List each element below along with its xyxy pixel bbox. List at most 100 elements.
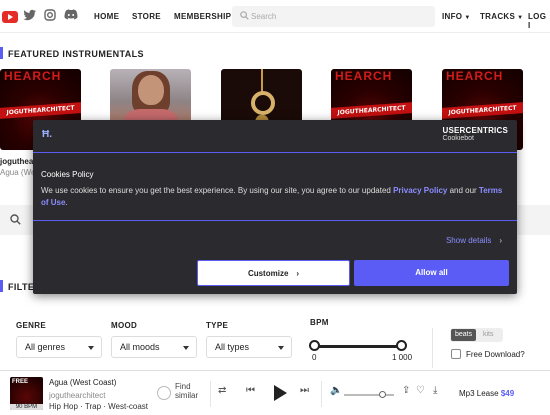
chevron-down-icon <box>183 346 189 350</box>
cover-art-label: JOGUTHEARCHITECT <box>0 102 81 119</box>
cover-art-label: JOGUTHEARCHITECT <box>331 102 412 119</box>
featured-title: FEATURED INSTRUMENTALS <box>8 49 144 59</box>
cover-art-label: JOGUTHEARCHITECT <box>442 102 523 119</box>
volume-handle[interactable] <box>379 391 386 398</box>
chevron-right-icon: › <box>499 236 502 245</box>
nav-home[interactable]: HOME <box>94 12 119 21</box>
brand-line-2: Cookiebot <box>442 135 474 143</box>
volume-slider[interactable] <box>344 394 394 396</box>
genre-value: All genres <box>25 342 66 352</box>
divider <box>432 328 433 368</box>
cookie-text-part: . <box>65 197 68 207</box>
youtube-icon[interactable] <box>2 11 18 23</box>
divider <box>321 381 322 407</box>
customize-label: Customize <box>247 269 289 278</box>
find-similar-icon <box>157 386 171 400</box>
bpm-max-handle[interactable] <box>396 340 407 351</box>
seg-kits[interactable]: kits <box>479 329 498 341</box>
section-accent <box>0 47 3 59</box>
cover-art-text: HEARCH <box>446 69 504 83</box>
find-similar-label: Find similar <box>175 382 199 401</box>
find-similar-button[interactable]: Find similar <box>157 382 207 408</box>
bpm-min-value: 0 <box>312 353 317 362</box>
nav-tracks[interactable]: TRACKS ▼ <box>480 12 523 21</box>
search-placeholder: Search <box>251 12 277 21</box>
cover-photo-face <box>138 75 164 105</box>
cover-chain <box>261 69 263 93</box>
search-icon <box>10 214 21 225</box>
type-label: TYPE <box>206 321 229 330</box>
mood-value: All moods <box>120 342 160 352</box>
nav-membership[interactable]: MEMBERSHIP <box>174 12 231 21</box>
play-button[interactable] <box>274 385 287 401</box>
cover-ring <box>251 91 275 115</box>
dialog-divider <box>33 152 517 153</box>
nav-info-label: INFO <box>442 12 463 21</box>
type-select[interactable]: All types <box>206 336 292 358</box>
chevron-down-icon: ▼ <box>464 15 471 21</box>
cover-art-text: HEARCH <box>4 69 62 83</box>
dialog-divider <box>33 220 517 221</box>
top-navigation: HOME STORE MEMBERSHIP Search INFO ▼ TRACK… <box>0 0 550 33</box>
lease-label: Mp3 Lease <box>459 389 499 398</box>
divider <box>210 381 211 407</box>
nav-login[interactable]: LOG I <box>528 12 550 30</box>
cookie-dialog: Ħ. USERCENTRICS Cookiebot Cookies Policy… <box>33 120 517 294</box>
instagram-icon[interactable] <box>44 9 56 21</box>
beats-kits-toggle: beats kits <box>450 328 503 342</box>
twitter-icon[interactable] <box>23 9 37 21</box>
brand-line-1: USERCENTRICS <box>442 126 508 135</box>
lease-price: $49 <box>500 389 515 398</box>
cookie-title: Cookies Policy <box>41 170 94 179</box>
track-title[interactable]: Agua (West Coast) <box>49 378 116 387</box>
search-input[interactable]: Search <box>232 6 435 27</box>
previous-icon[interactable]: ⏮ <box>246 385 255 396</box>
chevron-down-icon <box>278 346 284 350</box>
cover-art-text: HEARCH <box>335 69 393 83</box>
repeat-icon[interactable]: ⇄ <box>218 385 226 396</box>
free-download-checkbox[interactable] <box>451 349 461 359</box>
show-details-label: Show details <box>445 236 492 245</box>
nav-info[interactable]: INFO ▼ <box>442 12 471 21</box>
bpm-slider-track <box>314 345 402 348</box>
mood-label: MOOD <box>111 321 138 330</box>
allow-all-button[interactable]: Allow all <box>354 260 509 286</box>
heart-icon[interactable]: ♡ <box>416 385 425 396</box>
lease-button[interactable]: Mp3 Lease $49 <box>459 389 514 398</box>
chevron-down-icon: ▼ <box>517 15 524 21</box>
usercentrics-logo: USERCENTRICS Cookiebot <box>442 126 508 143</box>
cookie-text-part: We use cookies to ensure you get the bes… <box>41 186 394 195</box>
genre-select[interactable]: All genres <box>16 336 102 358</box>
bpm-max-value: 1 000 <box>392 353 413 362</box>
cookie-text: We use cookies to ensure you get the bes… <box>41 185 505 208</box>
discord-icon[interactable] <box>64 9 78 20</box>
player-cover[interactable]: FREE 90 BPM <box>10 377 43 410</box>
nav-tracks-label: TRACKS <box>480 12 516 21</box>
audio-player: FREE 90 BPM Agua (West Coast) joguthearc… <box>0 370 550 415</box>
tile-caption-title[interactable]: joguthear <box>0 157 36 166</box>
next-icon[interactable]: ⏭ <box>300 385 309 396</box>
customize-button[interactable]: Customize › <box>197 260 350 286</box>
nav-store[interactable]: STORE <box>132 12 161 21</box>
show-details-link[interactable]: Show details › <box>446 236 502 245</box>
search-icon <box>240 11 249 20</box>
mood-select[interactable]: All moods <box>111 336 197 358</box>
type-value: All types <box>215 342 250 352</box>
free-download-label: Free Download? <box>466 350 525 359</box>
volume-icon[interactable]: 🔈 <box>330 385 342 396</box>
chevron-down-icon <box>88 346 94 350</box>
privacy-policy-link[interactable]: Privacy Policy <box>393 186 447 195</box>
genre-label: GENRE <box>16 321 46 330</box>
track-tags: Hip Hop · Trap · West-coast <box>49 402 148 411</box>
bpm-badge: 90 BPM <box>10 404 43 410</box>
track-artist[interactable]: joguthearchitect <box>49 391 105 400</box>
bpm-label: BPM <box>310 318 329 327</box>
cookie-text-part: and our <box>447 186 479 195</box>
bpm-min-handle[interactable] <box>309 340 320 351</box>
seg-beats[interactable]: beats <box>451 329 477 341</box>
free-badge: FREE <box>12 379 29 385</box>
download-icon[interactable]: ⤓ <box>433 385 437 396</box>
share-icon[interactable]: ⇪ <box>402 385 410 396</box>
chevron-right-icon: › <box>296 269 300 278</box>
section-accent <box>0 280 3 292</box>
